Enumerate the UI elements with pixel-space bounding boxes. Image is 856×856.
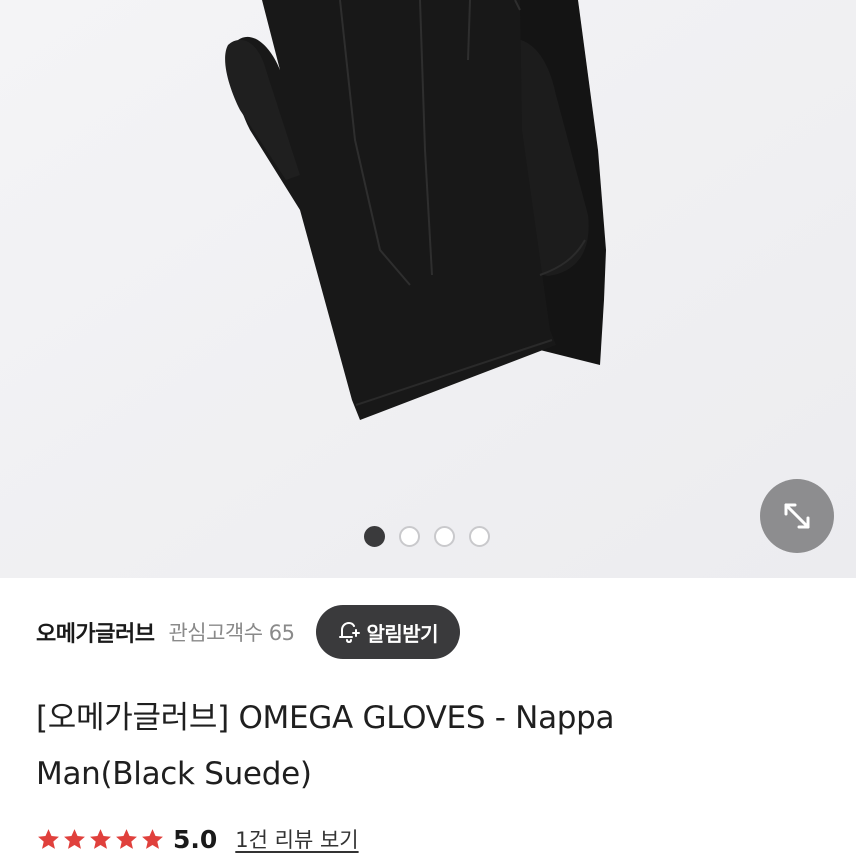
bell-plus-icon — [339, 621, 361, 644]
follower-count: 관심고객수 65 — [168, 621, 295, 645]
carousel-dot-3[interactable] — [434, 525, 455, 547]
carousel-pagination — [364, 525, 490, 547]
store-name[interactable]: 오메가글러브 — [36, 616, 155, 648]
star-icon — [116, 828, 137, 849]
notify-button[interactable]: 알림받기 — [316, 605, 461, 659]
rating-summary: 5.0 1건 리뷰 보기 — [36, 818, 359, 856]
zoom-button[interactable] — [760, 479, 834, 553]
expand-arrows-icon — [784, 503, 810, 529]
product-image-carousel[interactable] — [0, 0, 856, 578]
carousel-dot-1[interactable] — [364, 525, 385, 547]
star-icon — [38, 828, 59, 849]
review-link[interactable]: 1건 리뷰 보기 — [235, 824, 358, 854]
star-icon — [64, 828, 85, 849]
store-info: 오메가글러브 관심고객수 65 알림받기 — [36, 604, 461, 660]
star-icon — [90, 828, 111, 849]
carousel-dot-2[interactable] — [399, 525, 420, 547]
star-rating — [36, 827, 165, 852]
star-icon — [142, 828, 163, 849]
rating-value: 5.0 — [173, 824, 218, 854]
carousel-dot-4[interactable] — [469, 525, 490, 547]
product-title: [오메가글러브] OMEGA GLOVES - Nappa Man(Black … — [36, 700, 615, 792]
notify-button-label: 알림받기 — [366, 621, 439, 646]
product-photo-gloves — [0, 0, 856, 578]
